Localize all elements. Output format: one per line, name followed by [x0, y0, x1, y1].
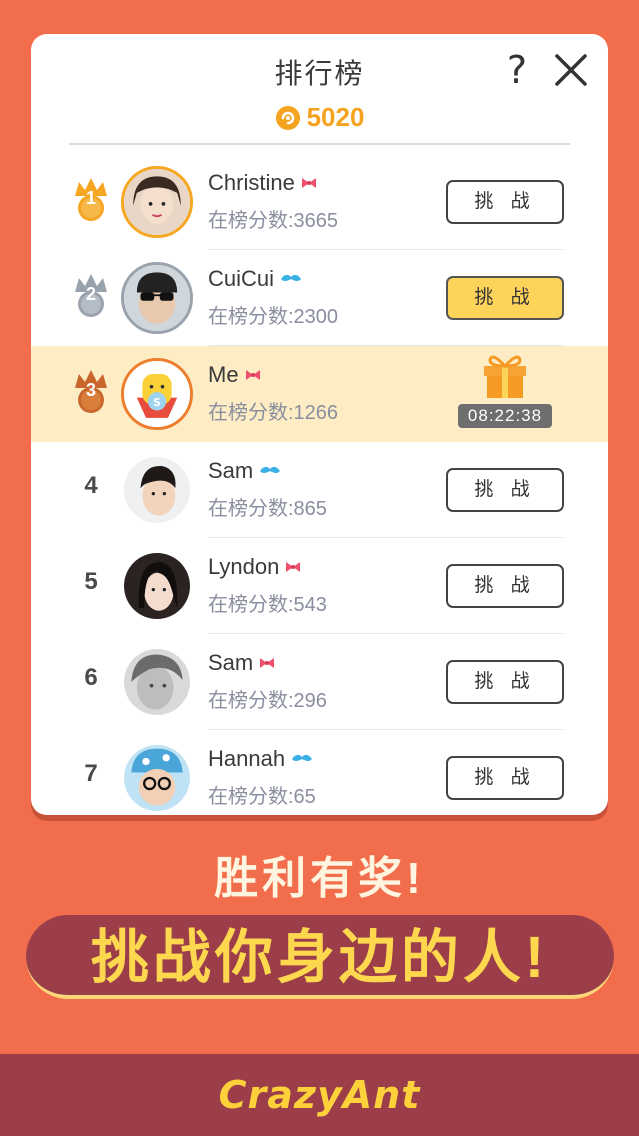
card-header: 排行榜 ? 5020 [31, 34, 608, 146]
male-mustache-icon [292, 754, 313, 761]
challenge-button[interactable]: 挑 战 [446, 180, 564, 224]
avatar[interactable] [121, 454, 193, 526]
male-mustache-icon [260, 466, 281, 473]
avatar[interactable] [121, 166, 193, 238]
svg-text:S: S [153, 396, 161, 409]
rank-number: 2 [85, 284, 96, 304]
coin-balance: 5020 [31, 102, 608, 133]
coin-count: 5020 [306, 102, 365, 132]
player-name: Me [208, 362, 261, 388]
female-bow-icon [286, 562, 301, 572]
challenge-button[interactable]: 挑 战 [446, 660, 564, 704]
avatar[interactable] [121, 742, 193, 814]
rank-number: 5 [84, 568, 98, 595]
avatar[interactable]: S [121, 358, 193, 430]
leaderboard-row: 5 Lyndon 在榜分数:543 挑 战 [31, 538, 608, 634]
leaderboard-row-me: 3 S Me 在榜分数:1266 08:22:38 [31, 346, 608, 442]
player-score: 在榜分数:296 [208, 690, 327, 712]
reward-timer: 08:22:38 [457, 404, 553, 428]
player-score: 在榜分数:2300 [208, 306, 339, 328]
rank-number: 1 [85, 188, 96, 208]
reward-gift[interactable]: 08:22:38 [457, 350, 553, 436]
player-name: Christine [208, 170, 317, 196]
avatar[interactable] [121, 262, 193, 334]
player-score: 在榜分数:65 [208, 786, 316, 808]
challenge-button[interactable]: 挑 战 [446, 756, 564, 800]
rank-number: 3 [85, 380, 96, 400]
challenge-button[interactable]: 挑 战 [446, 276, 564, 320]
rank-number: 7 [84, 760, 98, 787]
player-name: CuiCui [208, 266, 302, 292]
player-name: Sam [208, 650, 275, 676]
player-score: 在榜分数:3665 [208, 210, 339, 232]
leaderboard-list[interactable]: 1 Christine 在榜分数:3665 挑 战 2 CuiCui 在榜分数:… [31, 154, 608, 815]
leaderboard-row: 4 Sam 在榜分数:865 挑 战 [31, 442, 608, 538]
gift-icon [484, 355, 526, 398]
leaderboard-row: 1 Christine 在榜分数:3665 挑 战 [31, 154, 608, 250]
rank-number: 6 [84, 664, 98, 691]
player-score: 在榜分数:865 [208, 498, 327, 520]
footer: CrazyAnt [0, 1054, 639, 1136]
close-button[interactable] [551, 50, 591, 90]
coin-icon [275, 105, 300, 130]
brand-logo: CrazyAnt [218, 1073, 421, 1117]
promo-headline: 胜利有奖! [214, 854, 425, 903]
challenge-button[interactable]: 挑 战 [446, 564, 564, 608]
challenge-button[interactable]: 挑 战 [446, 468, 564, 512]
player-score: 在榜分数:543 [208, 594, 327, 616]
promo-subheadline: 挑战你身边的人! [90, 925, 549, 990]
close-icon [555, 54, 587, 86]
avatar[interactable] [121, 646, 193, 718]
player-name: Lyndon [208, 554, 301, 580]
leaderboard-row: 2 CuiCui 在榜分数:2300 挑 战 [31, 250, 608, 346]
help-button[interactable]: ? [497, 48, 537, 92]
player-score: 在榜分数:1266 [208, 402, 339, 424]
divider [69, 143, 570, 145]
player-name: Hannah [208, 746, 313, 772]
female-bow-icon [301, 178, 316, 188]
leaderboard-row: 7 Hannah 在榜分数:65 挑 战 [31, 730, 608, 815]
player-name: Sam [208, 458, 281, 484]
female-bow-icon [245, 370, 260, 380]
female-bow-icon [260, 658, 275, 668]
leaderboard-card: 排行榜 ? 5020 1 Christine 在榜分数:3665 挑 战 2 C… [31, 34, 608, 815]
leaderboard-row: 6 Sam 在榜分数:296 挑 战 [31, 634, 608, 730]
rank-number: 4 [84, 472, 98, 499]
avatar[interactable] [121, 550, 193, 622]
male-mustache-icon [281, 274, 302, 281]
